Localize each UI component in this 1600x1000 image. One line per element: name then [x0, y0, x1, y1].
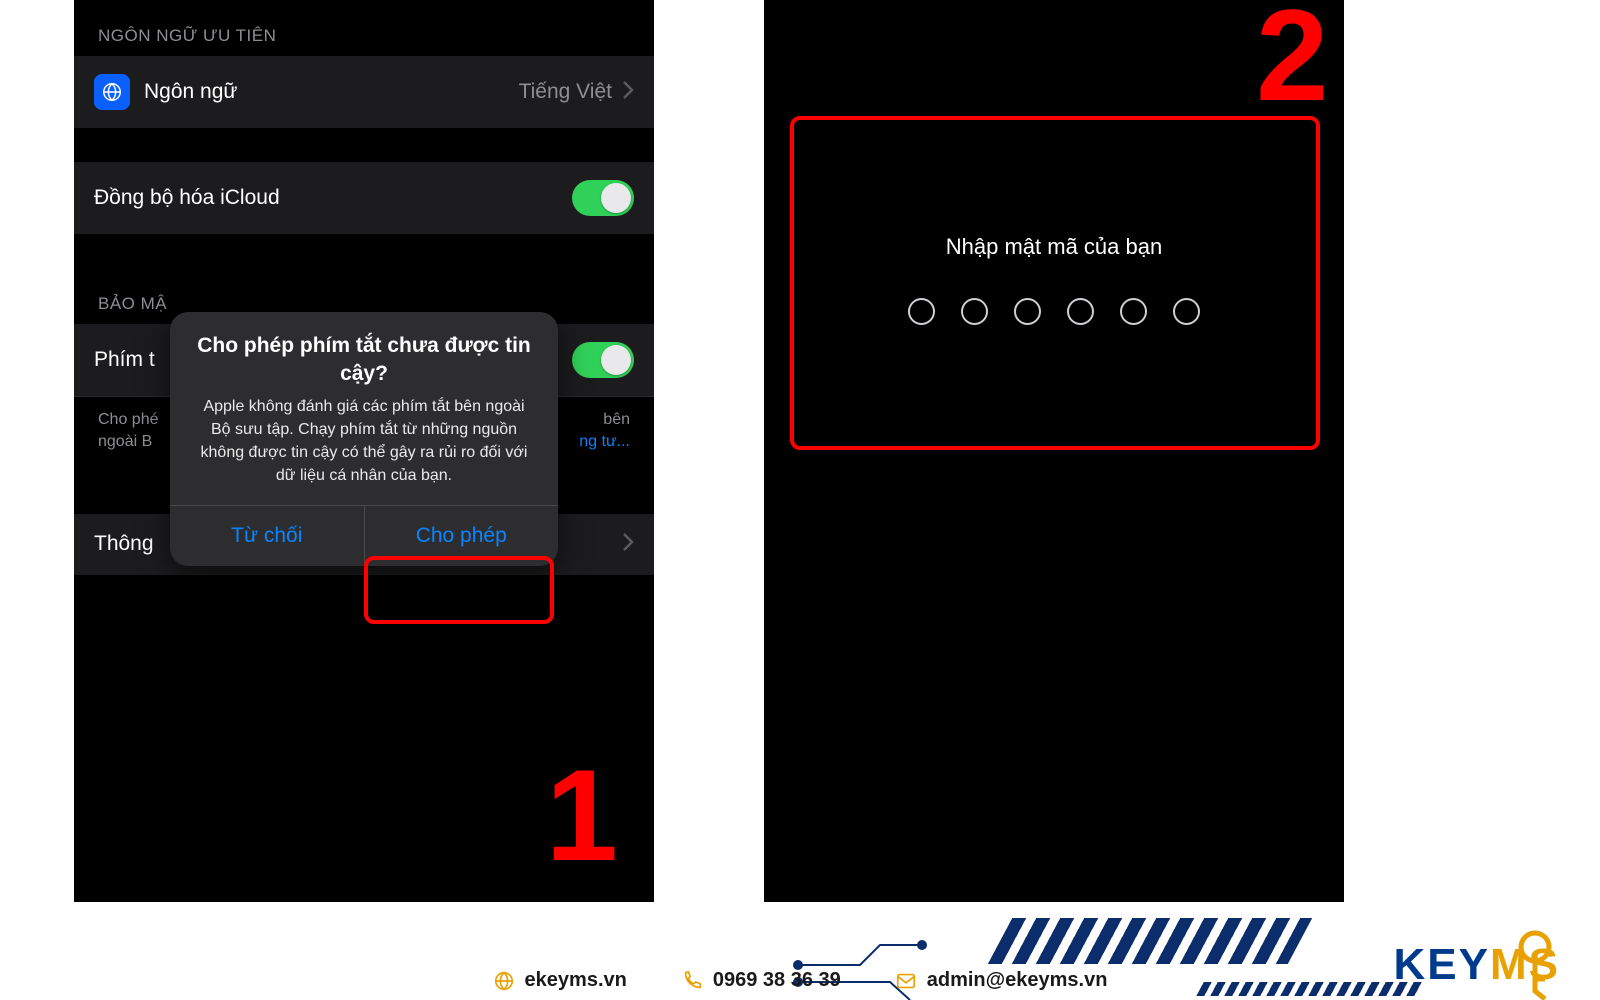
row-language-label: Ngôn ngữ [144, 80, 519, 104]
mail-icon [895, 970, 917, 992]
passcode-dot [1120, 298, 1147, 325]
alert-title: Cho phép phím tắt chưa được tin cậy? [170, 312, 558, 395]
passcode-dots[interactable] [908, 298, 1200, 325]
switch-icloud-on[interactable] [572, 180, 634, 216]
footnote-fragment-1: Cho phé [98, 411, 159, 428]
section-icloud: Đồng bộ hóa iCloud [74, 162, 654, 234]
globe-icon [493, 970, 515, 992]
branding-band: KEYMS ekeyms.vn 0969 38 36 39 admin@ekey… [0, 902, 1600, 1000]
phone-screenshot-2: Nhập mật mã của bạn [764, 0, 1344, 902]
alert-trust-shortcut: Cho phép phím tắt chưa được tin cậy? App… [170, 312, 558, 566]
row-icloud-label: Đồng bộ hóa iCloud [94, 186, 572, 210]
stripes-decor-icon [988, 918, 1312, 964]
passcode-dot [961, 298, 988, 325]
passcode-dot [1014, 298, 1041, 325]
canvas: NGÔN NGỮ ƯU TIÊN Ngôn ngữ Tiếng Việt Đồn… [0, 0, 1600, 1000]
alert-button-row: Từ chối Cho phép [170, 505, 558, 566]
passcode-title: Nhập mật mã của bạn [946, 234, 1162, 260]
section-language: NGÔN NGỮ ƯU TIÊN Ngôn ngữ Tiếng Việt [74, 0, 654, 128]
passcode-area: Nhập mật mã của bạn [794, 116, 1314, 442]
phone-icon [681, 970, 703, 992]
alert-message: Apple không đánh giá các phím tắt bên ng… [170, 395, 558, 506]
step-number-2: 2 [1256, 0, 1328, 120]
contact-email-text: admin@ekeyms.vn [927, 969, 1108, 992]
step-number-1: 1 [546, 750, 618, 880]
contact-phone-text: 0969 38 36 39 [713, 969, 841, 992]
contact-email[interactable]: admin@ekeyms.vn [895, 969, 1108, 992]
section-header-language: NGÔN NGỮ ƯU TIÊN [74, 0, 654, 56]
row-icloud-sync[interactable]: Đồng bộ hóa iCloud [74, 162, 654, 234]
contact-phone[interactable]: 0969 38 36 39 [681, 969, 841, 992]
globe-icon [94, 74, 130, 110]
row-language-value: Tiếng Việt [519, 80, 612, 104]
passcode-dot [1173, 298, 1200, 325]
contact-web[interactable]: ekeyms.vn [493, 969, 627, 992]
footnote-fragment-2: bên [603, 409, 630, 431]
switch-shortcut-on[interactable] [572, 342, 634, 378]
row-language[interactable]: Ngôn ngữ Tiếng Việt [74, 56, 654, 128]
passcode-dot [908, 298, 935, 325]
passcode-dot [1067, 298, 1094, 325]
alert-confirm-button[interactable]: Cho phép [364, 506, 559, 566]
footnote-fragment-3: ngoài B [98, 433, 152, 450]
chevron-right-icon [622, 80, 634, 105]
phone-screenshot-1: NGÔN NGỮ ƯU TIÊN Ngôn ngữ Tiếng Việt Đồn… [74, 0, 654, 902]
contacts-row: ekeyms.vn 0969 38 36 39 admin@ekeyms.vn [0, 969, 1600, 992]
alert-cancel-button[interactable]: Từ chối [170, 506, 364, 566]
chevron-right-icon [622, 532, 634, 557]
footnote-link-tail: ng tư... [579, 431, 630, 453]
contact-web-text: ekeyms.vn [525, 969, 627, 992]
